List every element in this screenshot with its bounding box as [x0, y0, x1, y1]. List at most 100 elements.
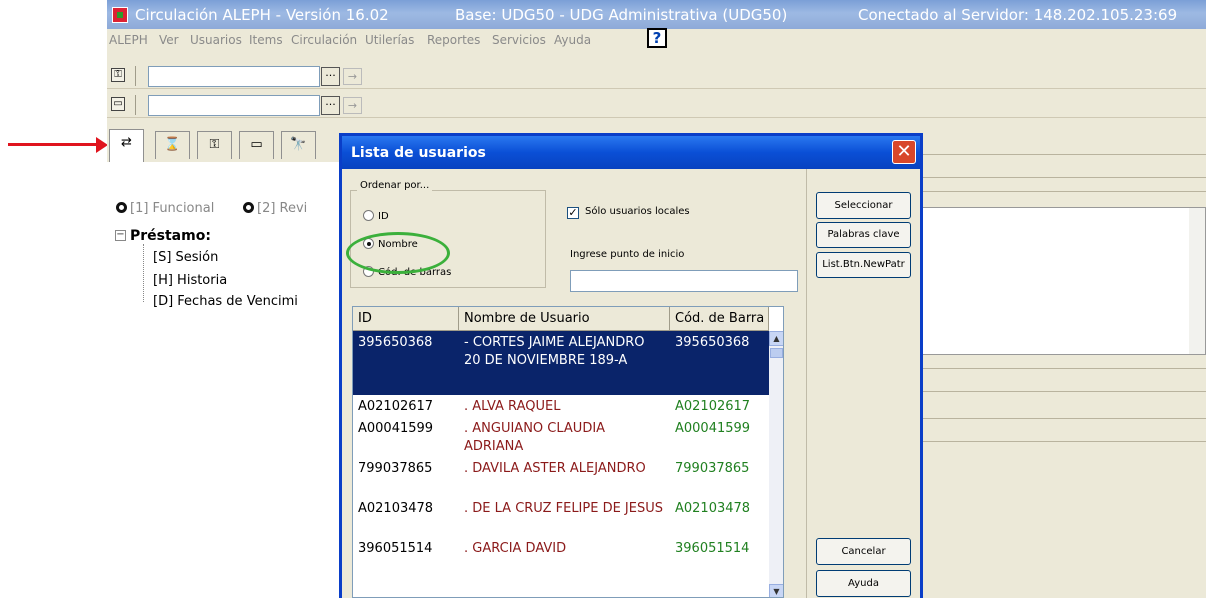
window-title: Circulación ALEPH - Versión 16.02 — [135, 6, 389, 24]
row-barcode: 799037865 — [675, 461, 750, 476]
item-browse-button[interactable]: ··· — [321, 96, 340, 115]
scroll-down-icon[interactable]: ▼ — [769, 584, 783, 597]
keywords-button[interactable]: Palabras clave — [816, 222, 911, 248]
column-header-barcode[interactable]: Cód. de Barra — [670, 307, 769, 330]
table-row[interactable]: A02103478 . DE LA CRUZ FELIPE DE JESUS A… — [353, 497, 769, 537]
title-bar: Circulación ALEPH - Versión 16.02 Base: … — [107, 0, 1206, 29]
row-id: 396051514 — [358, 541, 433, 556]
menu-items[interactable]: Items — [249, 33, 283, 47]
tab-patron-icon[interactable]: ⚿ — [197, 131, 232, 159]
row-barcode: 395650368 — [675, 335, 750, 350]
scroll-up-icon[interactable]: ▲ — [769, 331, 783, 346]
help-question-button[interactable]: ? — [647, 28, 667, 48]
dialog-title: Lista de usuarios — [351, 145, 486, 161]
row-name: . ANGUIANO CLAUDIA ADRIANA — [464, 421, 606, 454]
scroll-thumb[interactable] — [770, 348, 783, 358]
sort-id-label: ID — [378, 211, 389, 222]
row-name: . DE LA CRUZ FELIPE DE JESUS — [464, 501, 663, 516]
cancel-button[interactable]: Cancelar — [816, 538, 911, 565]
tree-item-historia[interactable]: [H] Historia — [153, 273, 227, 288]
tree-item-fechas[interactable]: [D] Fechas de Vencimi — [153, 294, 298, 309]
item-barcode-input[interactable] — [148, 95, 320, 116]
close-icon[interactable]: ✕ — [892, 140, 916, 164]
tree-collapse-toggle[interactable]: − — [115, 230, 126, 241]
row-name-text: - CORTES JAIME ALEJANDRO — [464, 335, 645, 350]
table-row[interactable]: A02102617 . ALVA RAQUEL A02102617 — [353, 395, 769, 417]
tree-item-sesion[interactable]: [S] Sesión — [153, 250, 218, 265]
table-row[interactable]: A00041599 . ANGUIANO CLAUDIA ADRIANA A00… — [353, 417, 769, 457]
patron-id-input[interactable] — [148, 66, 320, 87]
left-tabs: ⇄ ⌛ ⚿ ▭ 🔭 — [107, 128, 340, 162]
tab-loans-icon[interactable]: ⇄ — [109, 129, 144, 162]
mode-review-label: [2] Revi — [257, 201, 308, 216]
tab-hourglass-icon[interactable]: ⌛ — [155, 131, 190, 159]
table-row[interactable]: 395650368 - CORTES JAIME ALEJANDRO 20 DE … — [353, 331, 769, 395]
column-header-id[interactable]: ID — [353, 307, 459, 330]
dialog-title-bar: Lista de usuarios ✕ — [342, 136, 920, 169]
radio-icon — [363, 210, 374, 221]
row-id: 799037865 — [358, 461, 433, 476]
row-id: 395650368 — [358, 335, 433, 350]
row-id: A02103478 — [358, 501, 434, 516]
table-row[interactable]: 799037865 . DAVILA ASTER ALEJANDRO 79903… — [353, 457, 769, 497]
row-address: 20 DE NOVIEMBRE 189-A — [464, 353, 628, 368]
menu-reportes[interactable]: Reportes — [427, 33, 480, 47]
annotation-red-arrow — [8, 143, 98, 146]
table-scrollbar[interactable]: ▲ ▼ — [769, 331, 783, 597]
row-name: - CORTES JAIME ALEJANDRO 20 DE NOVIEMBRE … — [464, 334, 664, 370]
row-id: A00041599 — [358, 421, 434, 436]
help-button[interactable]: Ayuda — [816, 570, 911, 597]
user-list-dialog: Lista de usuarios ✕ Ordenar por... ID No… — [339, 133, 923, 598]
start-point-label: Ingrese punto de inicio — [570, 249, 685, 260]
toolbar-patron-row: ⚿ ··· → — [107, 63, 1206, 89]
mode-review-radio[interactable]: [2] Revi — [243, 201, 307, 216]
mode-functional-radio[interactable]: [1] Funcional — [116, 201, 214, 216]
row-name: . ALVA RAQUEL — [464, 399, 561, 414]
radio-dot-icon — [116, 202, 127, 213]
sort-group-label: Ordenar por... — [357, 180, 433, 191]
menu-servicios[interactable]: Servicios — [492, 33, 546, 47]
tree-root-prestamo[interactable]: Préstamo: — [130, 228, 211, 244]
tab-item-icon[interactable]: ▭ — [239, 131, 274, 159]
item-icon[interactable]: ▭ — [111, 97, 125, 111]
patron-icon[interactable]: ⚿ — [111, 68, 125, 82]
menu-bar: ALEPH Ver Usuarios Items Circulación Uti… — [107, 28, 1206, 51]
server-label: Conectado al Servidor: 148.202.105.23:69 — [858, 6, 1178, 24]
mode-functional-label: [1] Funcional — [130, 201, 215, 216]
row-barcode: A00041599 — [675, 421, 751, 436]
base-label: Base: UDG50 - UDG Administrativa (UDG50) — [455, 6, 788, 24]
table-row[interactable]: 396051514 . GARCIA DAVID 396051514 — [353, 537, 769, 577]
left-panel: ⇄ ⌛ ⚿ ▭ 🔭 [1] Funcional [2] Revi − Prést… — [107, 128, 340, 598]
row-id: A02102617 — [358, 399, 434, 414]
menu-usuarios[interactable]: Usuarios — [190, 33, 242, 47]
menu-circulacion[interactable]: Circulación — [291, 33, 357, 47]
tab-binoculars-icon[interactable]: 🔭 — [281, 131, 316, 159]
annotation-green-circle — [346, 232, 450, 274]
right-text-area[interactable] — [918, 207, 1206, 355]
select-button[interactable]: Seleccionar — [816, 192, 911, 219]
sort-id-radio[interactable]: ID — [363, 210, 389, 222]
checkmark-icon: ✓ — [567, 206, 579, 219]
menu-ayuda[interactable]: Ayuda — [554, 33, 591, 47]
scrollbar[interactable] — [1189, 208, 1205, 354]
row-name: . DAVILA ASTER ALEJANDRO — [464, 461, 646, 476]
toolbar-separator — [135, 95, 136, 115]
menu-ver[interactable]: Ver — [159, 33, 179, 47]
aleph-circulation-window: Circulación ALEPH - Versión 16.02 Base: … — [107, 0, 1206, 598]
column-header-name[interactable]: Nombre de Usuario — [459, 307, 670, 330]
row-barcode: 396051514 — [675, 541, 750, 556]
start-point-input[interactable] — [570, 270, 798, 292]
local-users-label: Sólo usuarios locales — [585, 206, 690, 217]
row-name: . GARCIA DAVID — [464, 541, 567, 556]
new-patron-button[interactable]: List.Btn.NewPatr — [816, 252, 911, 278]
tree-connector — [143, 244, 144, 302]
item-go-arrow-icon[interactable]: → — [343, 97, 362, 114]
patron-browse-button[interactable]: ··· — [321, 67, 340, 86]
row-barcode: A02103478 — [675, 501, 751, 516]
menu-utilerias[interactable]: Utilerías — [365, 33, 414, 47]
local-users-checkbox[interactable]: ✓ Sólo usuarios locales — [567, 206, 690, 219]
patron-go-arrow-icon[interactable]: → — [343, 68, 362, 85]
row-barcode: A02102617 — [675, 399, 751, 414]
menu-aleph[interactable]: ALEPH — [109, 33, 148, 47]
toolbar-item-row: ▭ ··· → — [107, 92, 1206, 118]
